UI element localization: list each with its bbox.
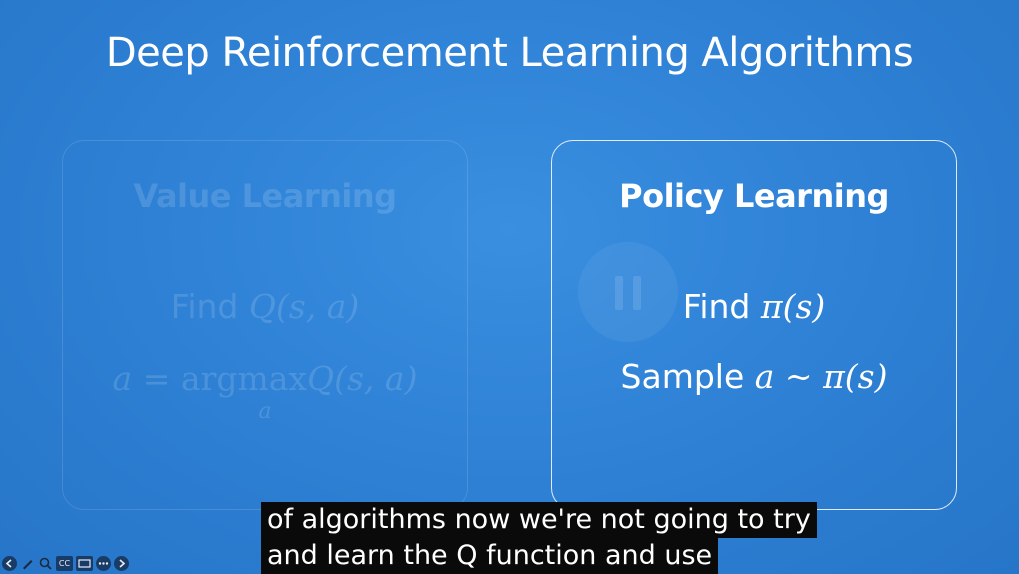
value-action-equation: a = argmaxQ(s, a) bbox=[63, 359, 467, 398]
policy-find-expr: π(s) bbox=[760, 287, 826, 326]
equation-expr: Q(s, a) bbox=[307, 359, 418, 398]
value-find-word: Find bbox=[170, 287, 239, 326]
value-learning-heading: Value Learning bbox=[133, 177, 397, 215]
next-icon[interactable] bbox=[114, 555, 129, 571]
caption-line-2: and learn the Q function and use bbox=[261, 538, 719, 574]
policy-find-word: Find bbox=[682, 287, 751, 326]
equation-lhs: a bbox=[112, 359, 133, 398]
pause-overlay-button[interactable] bbox=[578, 242, 678, 342]
equation-operator: argmax bbox=[180, 359, 308, 398]
closed-captions-icon[interactable]: CC bbox=[56, 555, 73, 571]
equation-sign: = bbox=[142, 359, 171, 398]
value-learning-card: Value Learning Find Q(s, a) a = argmaxQ(… bbox=[62, 140, 468, 510]
policy-sample-line: Sample a ~ π(s) bbox=[552, 357, 956, 396]
caption-line-1: of algorithms now we're not going to try bbox=[261, 502, 817, 538]
argmax-subscript: a bbox=[258, 399, 272, 424]
pause-icon bbox=[615, 276, 623, 310]
policy-sample-word: Sample bbox=[620, 357, 745, 396]
value-find-line: Find Q(s, a) bbox=[63, 287, 467, 326]
pause-icon-bar bbox=[633, 276, 641, 310]
more-options-icon[interactable] bbox=[96, 555, 111, 571]
pen-icon[interactable] bbox=[20, 556, 35, 571]
policy-learning-heading: Policy Learning bbox=[619, 177, 889, 215]
value-find-expr: Q(s, a) bbox=[248, 287, 360, 326]
zoom-icon[interactable] bbox=[38, 556, 53, 571]
screen-icon[interactable] bbox=[76, 555, 93, 571]
player-toolbar: CC bbox=[2, 554, 129, 572]
policy-sample-expr: a ~ π(s) bbox=[754, 357, 888, 396]
slide-title: Deep Reinforcement Learning Algorithms bbox=[105, 30, 914, 76]
back-icon[interactable] bbox=[2, 555, 17, 571]
